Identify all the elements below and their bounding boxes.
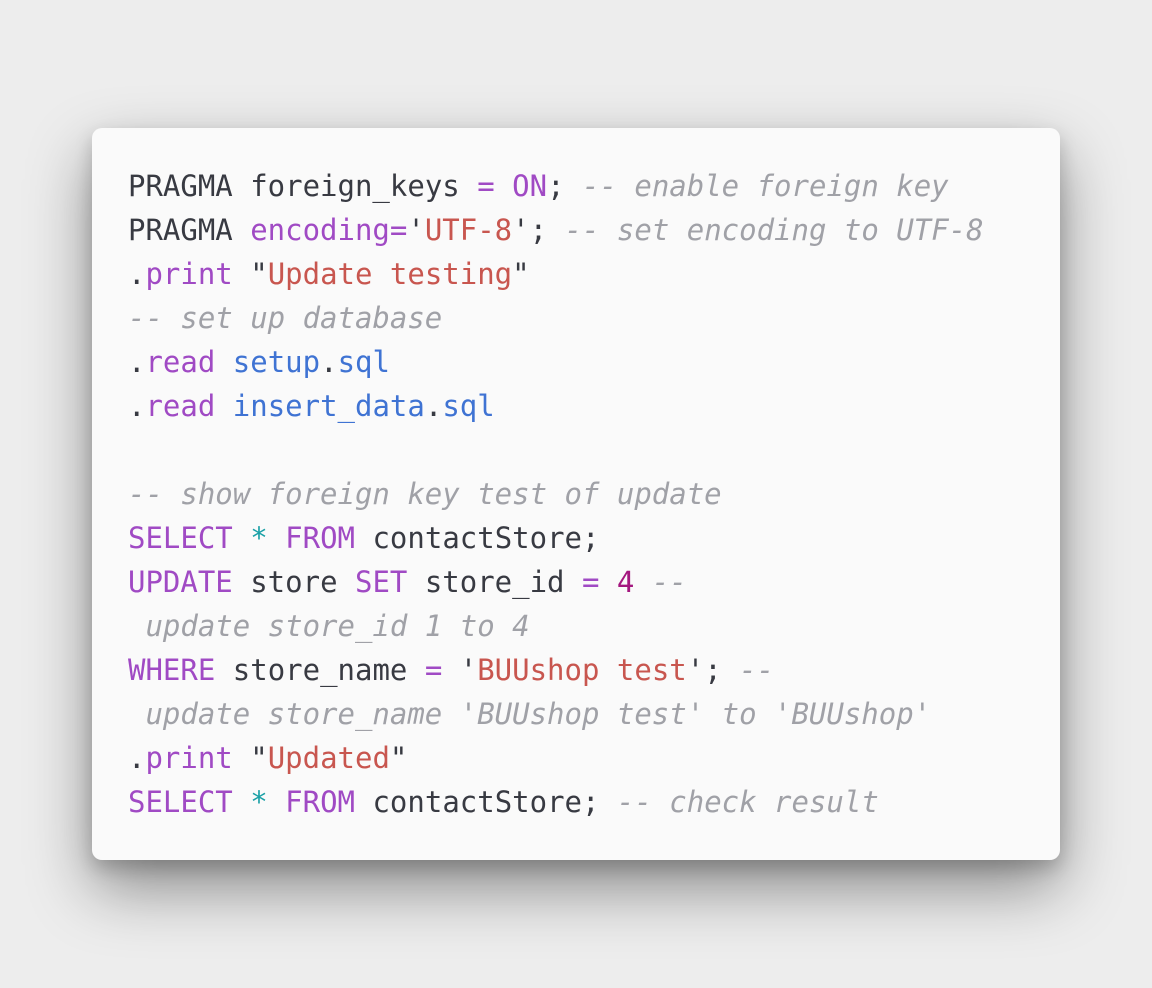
code-token-keyword: SET [354,565,408,599]
code-line: .print "Updated" [128,736,984,780]
code-token-plain: foreign_keys [250,169,478,203]
code-token-plain: store_id [407,565,582,599]
code-token-keyword: ON [512,169,548,203]
code-token-keyword: FROM [285,521,356,555]
code-line: SELECT * FROM contactStore; [128,516,984,560]
code-token-punct: " [232,741,268,775]
code-token-comment: -- check result [616,785,879,819]
code-token-comment: -- show foreign key test of update [128,477,722,511]
code-line: -- set up database [128,296,984,340]
code-token-star: * [250,521,268,555]
code-token-ident: insert_data [232,389,425,423]
code-token-comment: update store_name 'BUUshop test' to 'BUU… [128,697,932,731]
code-line: UPDATE store SET store_id = 4 -- [128,560,984,604]
code-token-punct: " [512,257,530,291]
code-line: .read setup.sql [128,340,984,384]
code-line: PRAGMA foreign_keys = ON; -- enable fore… [128,164,984,208]
code-token-punct: . [128,257,146,291]
code-line: SELECT * FROM contactStore; -- check res… [128,780,984,824]
code-line: -- show foreign key test of update [128,472,984,516]
code-token-punct: ' [512,213,530,247]
code-token-comment: -- [651,565,687,599]
code-token-punct: ' [407,213,425,247]
code-line: .print "Update testing" [128,252,984,296]
code-token-keyword: WHERE [128,653,216,687]
code-token-punct: ; [547,169,582,203]
code-line: update store_id 1 to 4 [128,604,984,648]
code-token-punct: ' [686,653,705,687]
code-token-number: 4 [616,565,635,599]
code-token-keyword: SELECT [128,521,233,555]
code-token-punct: ' [442,653,478,687]
code-token-plain: contactStore; [355,521,600,555]
code-token-string: UTF-8 [424,213,513,247]
code-token-keyword: print [145,257,233,291]
code-token-keyword: read [145,345,216,379]
code-token-punct: . [128,389,146,423]
code-token-ident: sql [337,345,390,379]
code-line: WHERE store_name = 'BUUshop test'; -- [128,648,984,692]
code-line: PRAGMA encoding='UTF-8'; -- set encoding… [128,208,984,252]
code-token-comment: -- set encoding to UTF-8 [564,213,984,247]
code-token-operator: = [424,653,443,687]
code-token-punct: . [128,345,146,379]
code-token-keyword: encoding [250,213,390,247]
code-token-string: Updated [267,741,390,775]
code-line: update store_name 'BUUshop test' to 'BUU… [128,692,984,736]
code-line: .read insert_data.sql [128,384,984,428]
code-token-keyword: read [145,389,216,423]
code-token-punct: " [232,257,268,291]
code-token-plain: PRAGMA [128,213,251,247]
code-token-ident: setup [232,345,321,379]
code-token-comment: update store_id 1 to 4 [128,609,530,643]
code-block: PRAGMA foreign_keys = ON; -- enable fore… [128,164,984,824]
code-token-ident: sql [442,389,495,423]
code-token-operator: = [389,213,408,247]
code-token-string: Update testing [267,257,513,291]
code-token-keyword: UPDATE [128,565,233,599]
code-token-punct: . [128,741,146,775]
code-token-plain: PRAGMA [128,169,251,203]
code-token-punct: . [320,345,338,379]
code-token-comment: -- enable foreign key [581,169,949,203]
code-token-string: BUUshop test [477,653,687,687]
code-token-operator: = [477,169,495,203]
code-token-keyword: print [145,741,233,775]
code-line: ​ [128,428,984,472]
code-token-operator: = [581,565,600,599]
code-card: PRAGMA foreign_keys = ON; -- enable fore… [92,128,1060,860]
code-token-punct: . [424,389,443,423]
code-token-plain: store_name [215,653,425,687]
code-token-comment: -- [739,653,775,687]
code-token-comment: -- set up database [128,301,443,335]
code-token-keyword: SELECT [128,785,233,819]
code-token-keyword: FROM [285,785,356,819]
code-token-star: * [250,785,268,819]
code-token-punct: " [389,741,408,775]
code-token-punct: ; [529,213,565,247]
code-token-punct: ; [704,653,740,687]
code-token-plain: store [232,565,355,599]
code-token-plain: contactStore; [355,785,617,819]
